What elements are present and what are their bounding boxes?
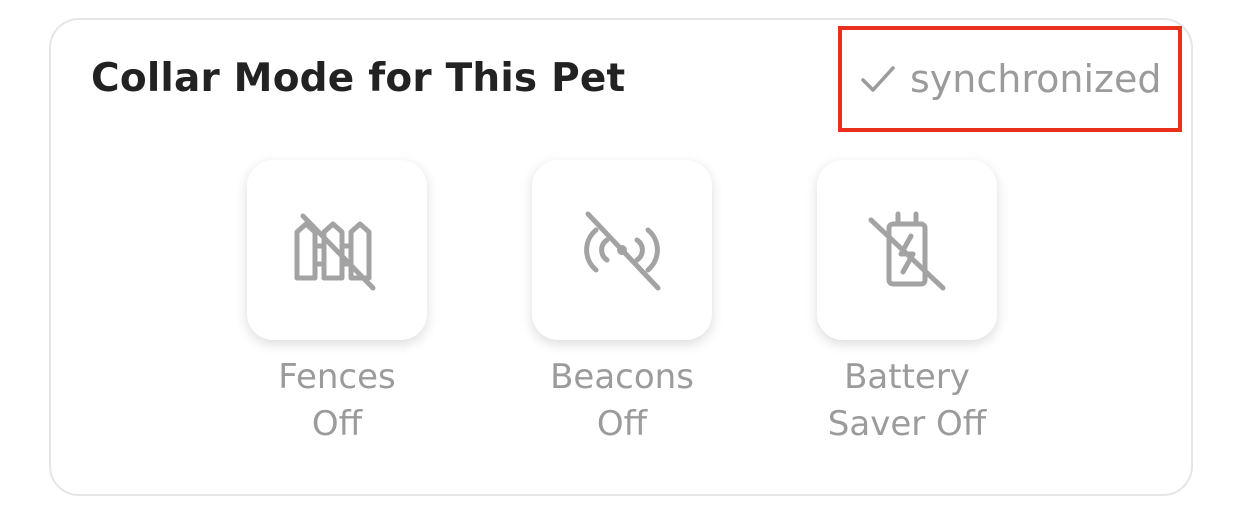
fences-label-line2: Off: [311, 404, 363, 444]
battery-saver-toggle-button[interactable]: [817, 160, 997, 340]
battery-saver-off-icon: [868, 211, 946, 291]
beacons-label: Beacons Off: [550, 354, 694, 448]
fence-off-icon: [294, 213, 376, 291]
collar-mode-card: Collar Mode for This Pet synchronized Fe…: [49, 18, 1193, 496]
battery-saver-label: Battery Saver Off: [828, 354, 986, 448]
fences-label-line1: Fences: [278, 357, 396, 397]
fences-toggle-button[interactable]: [247, 160, 427, 340]
battery-saver-label-line2: Saver Off: [827, 404, 987, 444]
fences-label: Fences Off: [278, 354, 396, 448]
beacons-label-line2: Off: [596, 404, 648, 444]
mode-fences: Fences Off: [247, 160, 427, 448]
mode-battery-saver: Battery Saver Off: [817, 160, 997, 448]
mode-beacons: Beacons Off: [532, 160, 712, 448]
sync-status: synchronized: [838, 26, 1182, 132]
battery-saver-label-line1: Battery: [844, 357, 970, 397]
beacons-toggle-button[interactable]: [532, 160, 712, 340]
beacons-label-line1: Beacons: [550, 357, 694, 397]
beacon-off-icon: [584, 211, 661, 291]
check-icon: [861, 66, 895, 92]
sync-status-label: synchronized: [910, 57, 1162, 101]
card-title: Collar Mode for This Pet: [91, 56, 626, 101]
